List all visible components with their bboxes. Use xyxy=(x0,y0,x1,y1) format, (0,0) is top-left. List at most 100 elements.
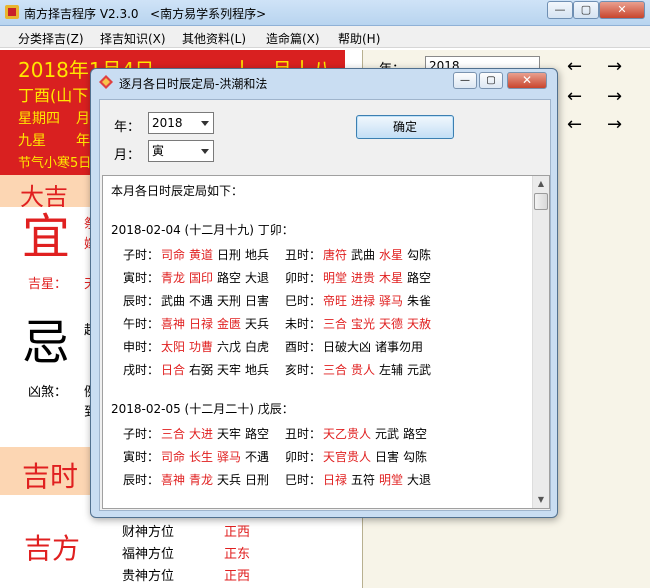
hour-label: 辰时： xyxy=(123,294,160,308)
hour-term: 日刑 xyxy=(245,473,270,487)
hour-term: 路空 xyxy=(403,427,428,441)
hour-label: 巳时： xyxy=(285,294,322,308)
menu-item-classify[interactable]: 分类择吉(Z) xyxy=(18,30,84,47)
chevron-down-icon xyxy=(201,121,209,126)
next-day-arrow[interactable]: → xyxy=(607,116,622,134)
hour-term: 司命 xyxy=(161,248,186,262)
hour-term: 明堂 xyxy=(379,473,404,487)
hour-label: 卯时： xyxy=(285,271,322,285)
hour-term: 诸事勿用 xyxy=(375,340,424,354)
hour-term: 青龙 xyxy=(189,473,214,487)
hour-term: 长生 xyxy=(189,450,214,464)
dialog-month-label: 月： xyxy=(114,148,141,163)
hour-term: 日害 xyxy=(375,450,400,464)
dialog-year-select[interactable]: 2018 xyxy=(148,112,214,134)
hour-term: 右弼 xyxy=(189,363,214,377)
hour-term: 地兵 xyxy=(245,248,270,262)
prev-month-arrow[interactable]: ← xyxy=(567,88,582,106)
ganzhi-year: 丁酉(山下 xyxy=(18,86,89,105)
main-titlebar[interactable]: 南方择吉程序 V2.3.0 <南方易学系列程序> — ▢ ✕ xyxy=(0,0,650,26)
xiongsha-label: 凶煞： xyxy=(28,385,68,400)
hour-term: 日合 xyxy=(161,363,186,377)
direction-value-fushen: 正东 xyxy=(224,547,251,562)
hour-label: 申时： xyxy=(123,340,160,354)
hour-term: 大退 xyxy=(245,271,270,285)
ji-char: 忌 xyxy=(22,315,71,371)
menu-bar: 分类择吉(Z) 择吉知识(X) 其他资料(L) 造命篇(X) 帮助(H) xyxy=(0,26,650,48)
month-info: 月 xyxy=(76,111,90,127)
hour-label: 辰时： xyxy=(123,473,160,487)
hour-label: 亥时： xyxy=(285,363,322,377)
prev-day-arrow[interactable]: ← xyxy=(567,116,582,134)
hour-term: 天乙贵人 xyxy=(323,427,372,441)
dialog-app-icon xyxy=(99,75,113,89)
app-logo-icon xyxy=(5,5,19,19)
yi-char: 宜 xyxy=(22,209,71,265)
dialog-minimize-button[interactable]: — xyxy=(453,72,477,89)
direction-label-fushen: 福神方位 xyxy=(122,547,175,562)
hour-term: 日害 xyxy=(245,294,270,308)
scroll-down-icon[interactable]: ▼ xyxy=(533,492,549,508)
solar-term: 节气小寒5日 xyxy=(18,156,92,171)
ok-button[interactable]: 确定 xyxy=(356,115,454,139)
day-header: 2018-02-05 (十二月二十) 戊辰： xyxy=(111,402,294,416)
hour-term: 功曹 xyxy=(189,340,214,354)
dialog-month-select[interactable]: 寅 xyxy=(148,140,214,162)
hour-label: 丑时： xyxy=(285,427,322,441)
next-year-arrow[interactable]: → xyxy=(607,58,622,76)
hour-term: 喜神 xyxy=(161,473,186,487)
hour-label: 酉时： xyxy=(285,340,322,354)
hour-term: 武曲 xyxy=(351,248,376,262)
direction-value-caishen: 正西 xyxy=(224,525,251,540)
hour-term: 进禄 xyxy=(351,294,376,308)
result-text-area[interactable]: 本月各日时辰定局如下： 2018-02-04 (十二月十九) 丁卯： 子时： 司命黄… xyxy=(102,175,550,509)
hour-term: 武曲 xyxy=(161,294,186,308)
result-intro: 本月各日时辰定局如下： xyxy=(111,184,244,198)
hour-term: 大进 xyxy=(189,427,214,441)
menu-item-other[interactable]: 其他资料(L) xyxy=(182,30,246,47)
hour-label: 卯时： xyxy=(285,450,322,464)
minimize-button[interactable]: — xyxy=(547,1,573,19)
hour-term: 三合 xyxy=(161,427,186,441)
maximize-button[interactable]: ▢ xyxy=(573,1,599,19)
hour-term: 左辅 xyxy=(379,363,404,377)
year-info: 年 xyxy=(76,133,90,149)
hour-term: 唐符 xyxy=(323,248,348,262)
hour-term: 地兵 xyxy=(245,363,270,377)
jixing-label: 吉星： xyxy=(28,277,68,292)
scroll-thumb[interactable] xyxy=(534,193,548,210)
prev-year-arrow[interactable]: ← xyxy=(567,58,582,76)
next-month-arrow[interactable]: → xyxy=(607,88,622,106)
weekday: 星期四 xyxy=(18,111,60,127)
hour-term: 贵人 xyxy=(351,363,376,377)
hour-term: 大退 xyxy=(407,473,432,487)
hour-term: 帝旺 xyxy=(323,294,348,308)
hour-term: 勾陈 xyxy=(407,248,432,262)
menu-item-knowledge[interactable]: 择吉知识(X) xyxy=(100,30,166,47)
vertical-scrollbar[interactable]: ▲ ▼ xyxy=(532,176,549,508)
hour-label: 未时： xyxy=(285,317,322,331)
hour-term: 驿马 xyxy=(217,450,242,464)
hour-term: 不遇 xyxy=(245,450,270,464)
scroll-up-icon[interactable]: ▲ xyxy=(533,176,549,192)
hour-term: 宝光 xyxy=(351,317,376,331)
hour-label: 戌时： xyxy=(123,363,160,377)
menu-item-help[interactable]: 帮助(H) xyxy=(338,30,380,47)
close-button[interactable]: ✕ xyxy=(599,1,645,19)
hour-term: 太阳 xyxy=(161,340,186,354)
menu-item-zaoming[interactable]: 造命篇(X) xyxy=(266,30,320,47)
dialog-close-button[interactable]: ✕ xyxy=(507,72,547,89)
hour-term: 天刑 xyxy=(217,294,242,308)
day-header: 2018-02-04 (十二月十九) 丁卯： xyxy=(111,223,294,237)
hour-term: 水星 xyxy=(379,248,404,262)
dialog-maximize-button[interactable]: ▢ xyxy=(479,72,503,89)
window-title: 南方择吉程序 V2.3.0 <南方易学系列程序> xyxy=(24,7,267,21)
hour-term: 天牢 xyxy=(217,363,242,377)
direction-value-guishen: 正西 xyxy=(224,569,251,584)
chevron-down-icon xyxy=(201,149,209,154)
direction-label-caishen: 财神方位 xyxy=(122,525,175,540)
hour-label: 子时： xyxy=(123,427,160,441)
hour-term: 天赦 xyxy=(407,317,432,331)
hour-term: 朱雀 xyxy=(407,294,432,308)
hour-term: 国印 xyxy=(189,271,214,285)
